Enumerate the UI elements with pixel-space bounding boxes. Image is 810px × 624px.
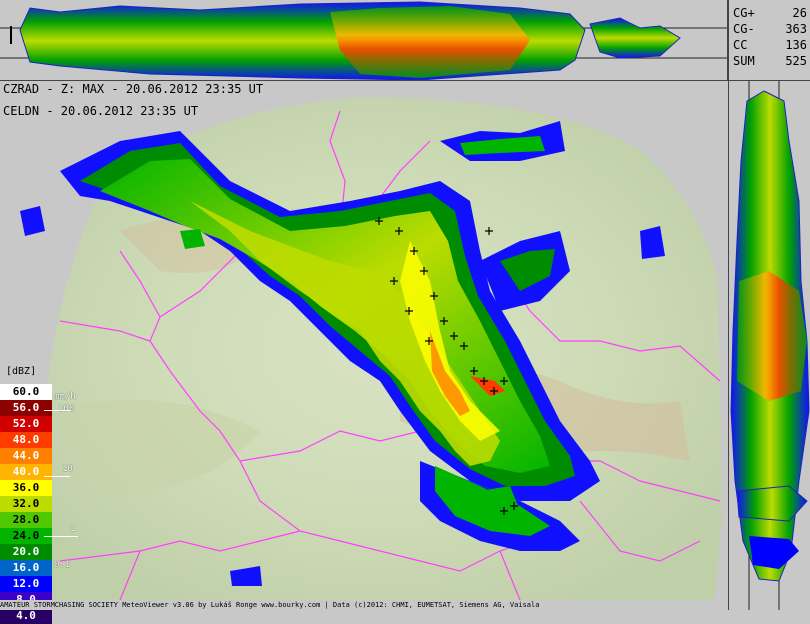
stat-cg-plus: CG+ 26 bbox=[733, 6, 809, 20]
legend-level: 28.0 bbox=[0, 512, 52, 528]
radar-map-svg bbox=[20, 97, 722, 600]
legend-level: 44.0 bbox=[0, 448, 52, 464]
legend-level: 52.0 bbox=[0, 416, 52, 432]
radar-product-title: CZRAD - Z: MAX - 20.06.2012 23:35 UT bbox=[3, 82, 264, 96]
stat-cc: CC 136 bbox=[733, 38, 809, 52]
rate-tick bbox=[44, 410, 70, 411]
rate-label-10: 10 bbox=[62, 464, 73, 474]
stat-value: 363 bbox=[785, 22, 807, 36]
rate-tick bbox=[44, 476, 70, 477]
stat-key: CG- bbox=[733, 22, 755, 36]
stat-cg-minus: CG- 363 bbox=[733, 22, 809, 36]
side-projection-svg bbox=[730, 81, 810, 610]
legend-level: 16.0 bbox=[0, 560, 52, 576]
side-projection-strip bbox=[728, 81, 810, 610]
top-projection-svg bbox=[0, 0, 727, 80]
legend-level: 4.0 bbox=[0, 608, 52, 624]
top-projection-strip bbox=[0, 0, 728, 81]
legend-level: 36.0 bbox=[0, 480, 52, 496]
legend-level: 12.0 bbox=[0, 576, 52, 592]
lightning-product-title: CELDN - 20.06.2012 23:35 UT bbox=[3, 104, 199, 118]
stat-key: CC bbox=[733, 38, 748, 52]
legend-level: 60.0 bbox=[0, 384, 52, 400]
legend-level: 56.0 bbox=[0, 400, 52, 416]
rate-label-1: 1 bbox=[70, 524, 76, 534]
stat-key: CG+ bbox=[733, 6, 755, 20]
stat-key: SUM bbox=[733, 54, 755, 68]
radar-map bbox=[0, 81, 727, 600]
legend-level: 20.0 bbox=[0, 544, 52, 560]
rate-unit-label: mm/h bbox=[54, 392, 76, 402]
legend-level: 48.0 bbox=[0, 432, 52, 448]
legend-level: 32.0 bbox=[0, 496, 52, 512]
stat-value: 136 bbox=[785, 38, 807, 52]
stat-sum: SUM 525 bbox=[733, 54, 809, 68]
stat-value: 26 bbox=[792, 6, 807, 20]
stat-value: 525 bbox=[785, 54, 807, 68]
legend-unit: [dBZ] bbox=[6, 366, 37, 377]
credits-footer: AMATEUR STORMCHASING SOCIETY MeteoViewer… bbox=[0, 600, 728, 610]
rate-label-100: 100 bbox=[58, 404, 75, 414]
rate-tick bbox=[44, 536, 78, 537]
lightning-stats-panel: CG+ 26 CG- 363 CC 136 SUM 525 bbox=[728, 0, 810, 81]
legend-level: 40.0 bbox=[0, 464, 52, 480]
rate-label-0-1: 0.1 bbox=[54, 560, 71, 570]
